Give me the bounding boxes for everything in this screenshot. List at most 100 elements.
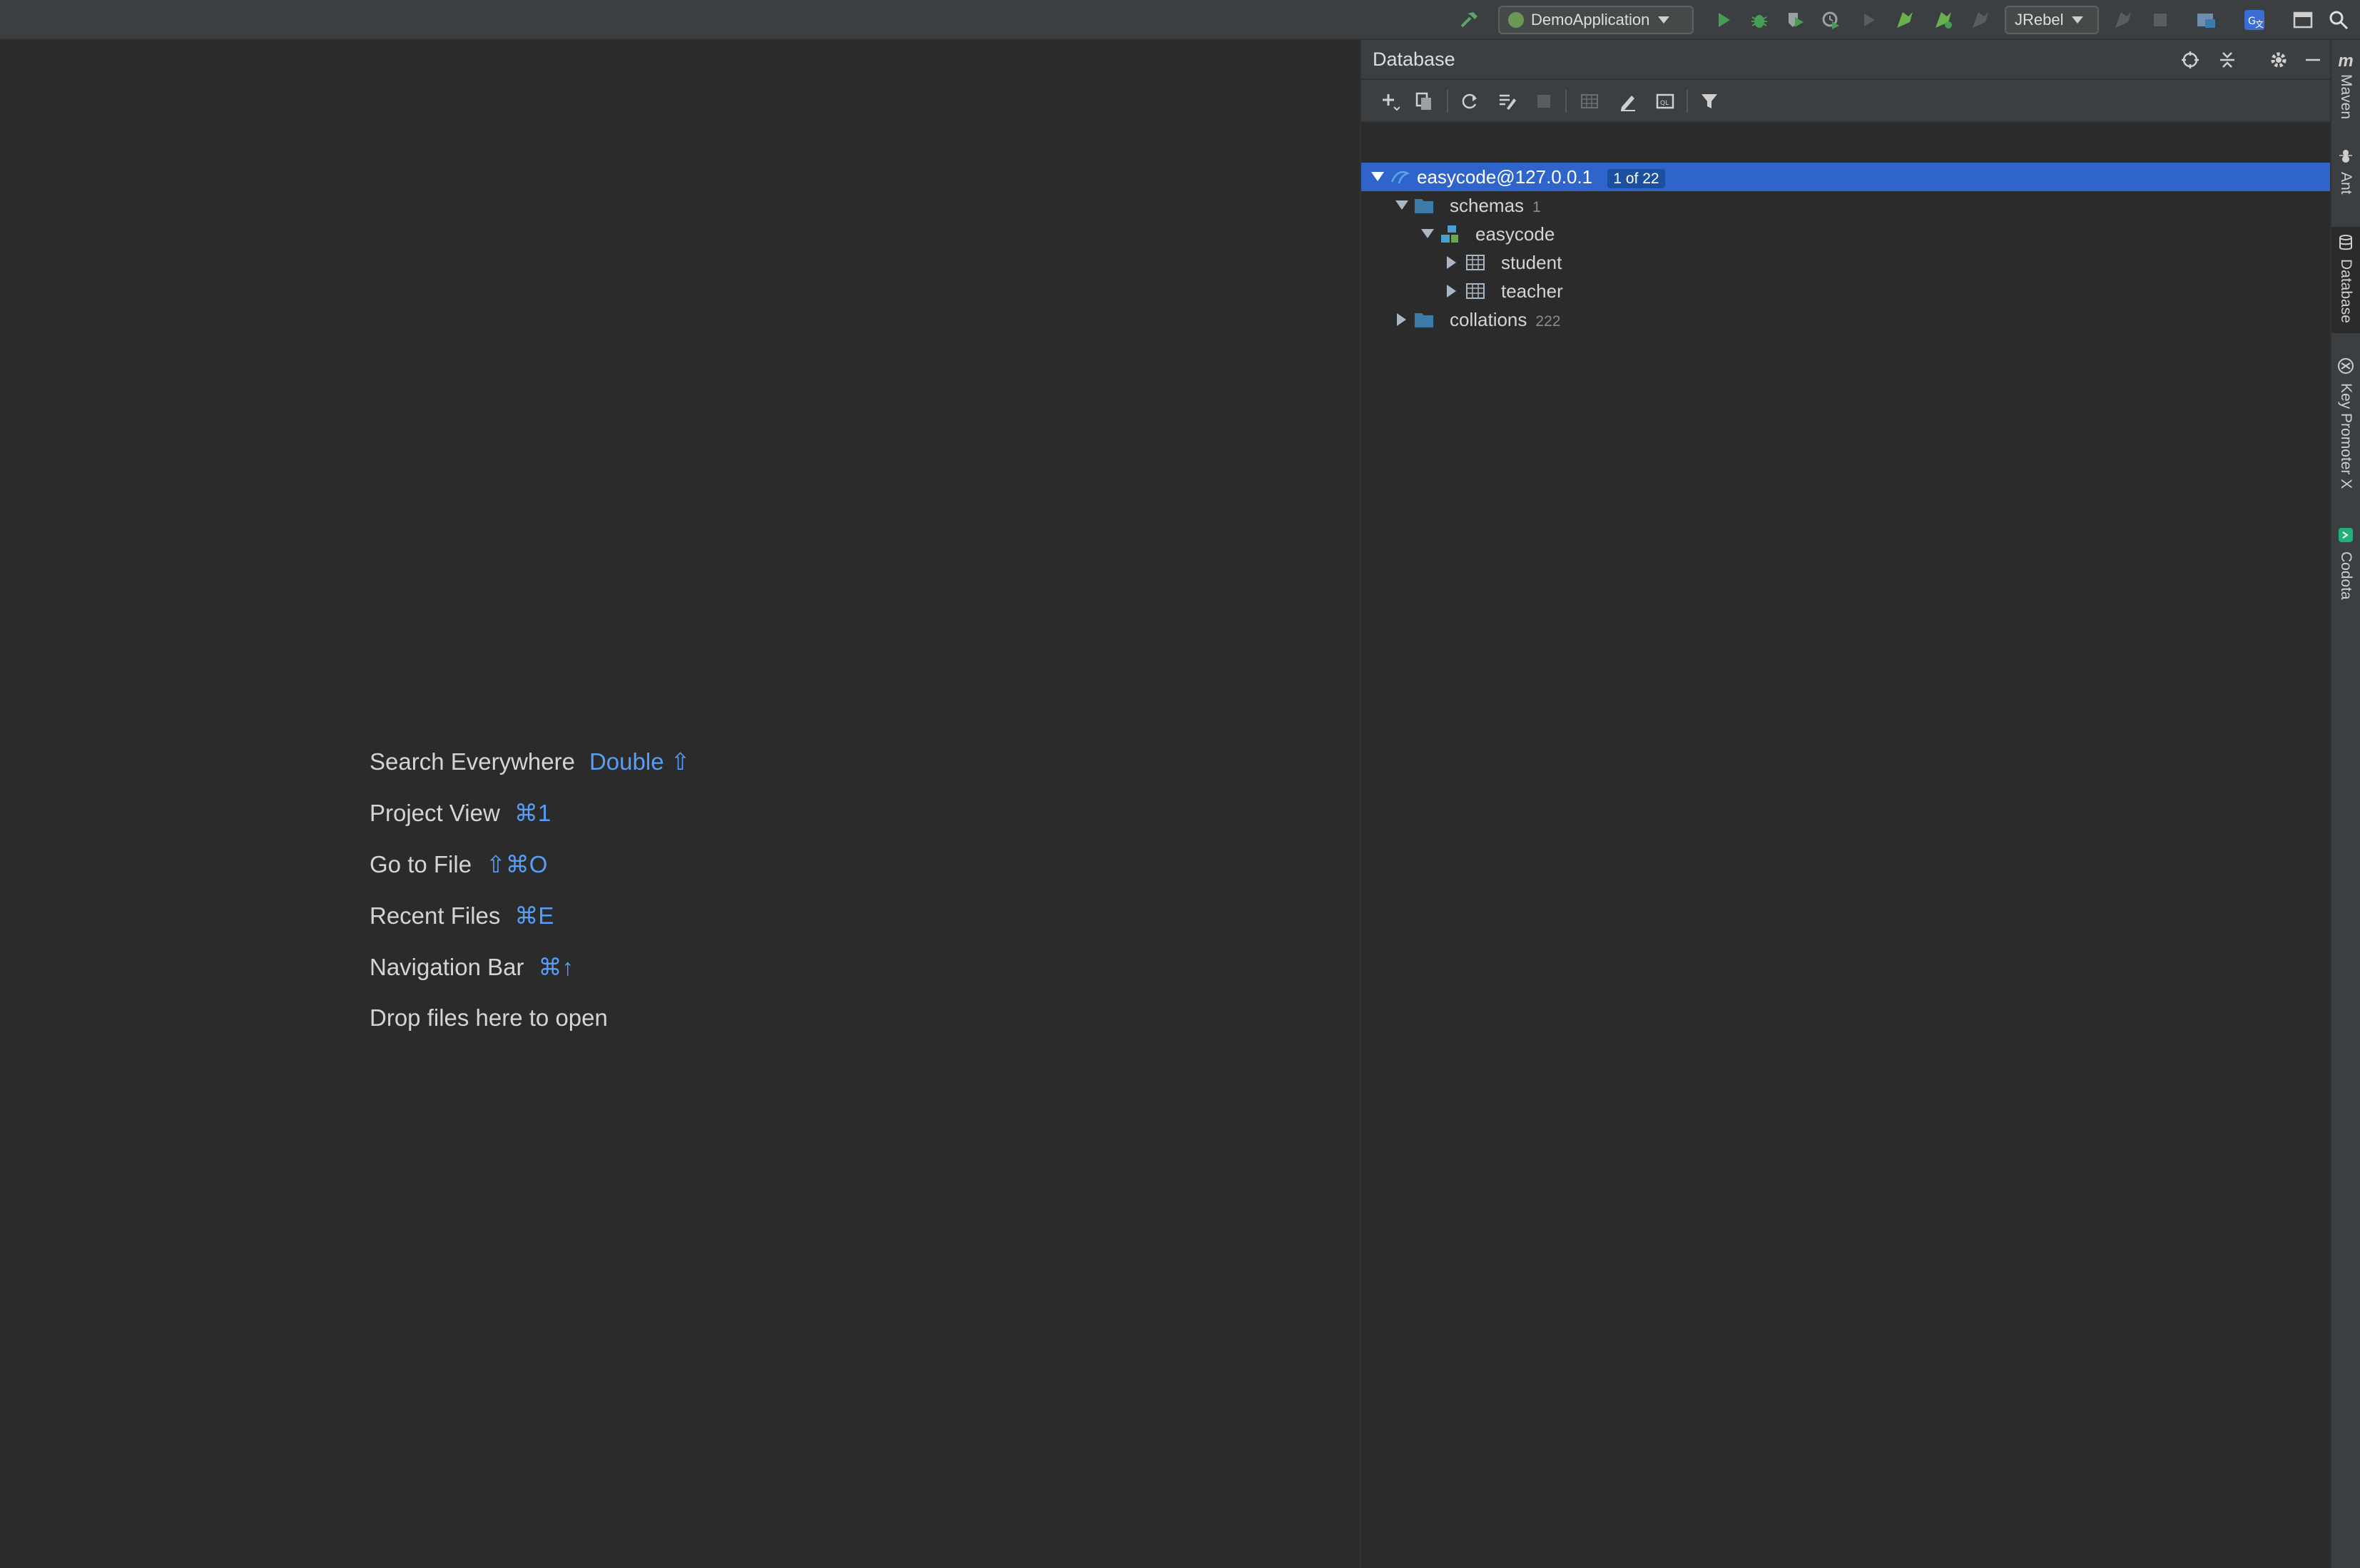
add-icon[interactable] [1375,87,1404,116]
stop-icon [1530,87,1558,116]
jrebel-disabled-icon [1966,6,1995,34]
chevron-down-icon [2072,16,2084,24]
tab-label: Ant [2338,172,2354,195]
right-tool-strip: m Maven Ant Database Key Promoter X Codo… [2330,40,2360,1568]
expand-arrow-icon[interactable] [1421,229,1434,238]
hint-shortcut: Double ⇧ [589,748,691,775]
hint-project-view: Project View ⌘1 [370,799,551,827]
edit-icon[interactable] [1614,87,1642,116]
tab-label: Maven [2338,74,2354,120]
tab-ant[interactable]: Ant [2331,147,2360,195]
database-toolbar: QL [1361,80,2330,123]
hint-navigation-bar: Navigation Bar ⌘↑ [370,953,574,981]
table-icon [1464,251,1487,274]
translate-icon[interactable]: G文 [2240,6,2269,34]
hint-shortcut: ⌘1 [514,800,551,826]
codota-icon [2337,526,2354,547]
table-label: student [1501,251,1562,273]
jrebel-config-select[interactable]: JRebel [2005,6,2099,34]
ant-icon [2337,147,2354,168]
jrebel-run-icon[interactable] [1891,6,1919,34]
collations-count: 222 [1535,312,1561,330]
attach-icon [2109,6,2137,34]
key-promoter-icon [2336,357,2355,379]
expand-arrow-icon[interactable] [1447,285,1456,297]
console-icon[interactable]: QL [1651,87,1679,116]
edit-properties-icon[interactable] [1492,87,1521,116]
debug-icon[interactable] [1745,6,1774,34]
collations-label: collations [1450,308,1527,330]
hint-shortcut: ⌘↑ [538,954,574,980]
locate-icon[interactable] [2176,46,2204,74]
svg-text:文: 文 [2255,19,2264,29]
table-icon [1464,280,1487,302]
folder-icon [1413,308,1435,331]
tree-node-datasource[interactable]: easycode@127.0.0.1 1 of 22 [1361,163,2330,191]
chevron-down-icon [1658,16,1670,24]
run-icon[interactable] [1709,6,1738,34]
presentation-icon[interactable] [2289,6,2317,34]
hint-shortcut: ⌘E [514,902,554,929]
tree-node-schemas[interactable]: schemas 1 [1361,191,2330,220]
database-header: Database [1361,40,2330,80]
hint-search-everywhere: Search Everywhere Double ⇧ [370,748,690,775]
profile-icon[interactable] [1816,6,1845,34]
hint-recent-files: Recent Files ⌘E [370,902,554,930]
maven-icon: m [2338,51,2354,71]
collations-label-wrap: collations 222 [1450,309,1560,331]
tree-node-table-teacher[interactable]: teacher [1361,277,2330,305]
hint-shortcut: ⇧⌘O [486,851,548,877]
separator [1565,90,1567,113]
duplicate-icon[interactable] [1410,87,1438,116]
table-label: teacher [1501,280,1563,302]
jrebel-debug-icon[interactable] [1929,6,1958,34]
hint-label: Go to File [370,850,472,877]
database-tool-window: Database QL easycode@127.0.0.1 1 of 22 s… [1360,40,2330,1568]
tab-database[interactable]: Database [2331,227,2360,333]
mysql-datasource-icon [1388,166,1411,188]
expand-arrow-icon[interactable] [1371,172,1384,181]
expand-arrow-icon[interactable] [1395,200,1408,210]
tree-node-table-student[interactable]: student [1361,248,2330,277]
tree-node-collations[interactable]: collations 222 [1361,305,2330,334]
search-icon[interactable] [2324,6,2353,34]
tree-node-schema-easycode[interactable]: easycode [1361,220,2330,248]
database-icon [2337,234,2354,255]
stop-icon [2146,6,2175,34]
run-config-label: DemoApplication [1531,11,1650,29]
refresh-icon[interactable] [1455,87,1484,116]
main-toolbar: DemoApplication JRebel G 文 [0,0,2360,40]
minimize-icon[interactable] [2299,46,2327,74]
hammer-icon[interactable] [1455,6,1484,34]
tab-codota[interactable]: Codota [2331,526,2360,600]
tab-label: Key Promoter X [2338,383,2354,489]
expand-arrow-icon[interactable] [1447,256,1456,269]
schema-count-badge[interactable]: 1 of 22 [1607,168,1665,188]
hint-drop-files: Drop files here to open [370,1004,608,1032]
hint-label: Navigation Bar [370,953,524,980]
tab-maven[interactable]: m Maven [2331,51,2360,120]
coverage-icon[interactable] [1781,6,1809,34]
expand-arrow-icon[interactable] [1397,313,1406,326]
database-title: Database [1373,49,1455,70]
gear-icon[interactable] [2264,46,2293,74]
schemas-count: 1 [1532,198,1541,215]
run-config-select[interactable]: DemoApplication [1498,6,1694,34]
folder-icon [1413,194,1435,217]
spring-icon [1508,12,1524,28]
tab-key-promoter-x[interactable]: Key Promoter X [2331,357,2360,489]
separator [1687,90,1688,113]
schema-label: easycode [1475,223,1555,245]
hint-go-to-file: Go to File ⇧⌘O [370,850,547,878]
hint-label: Search Everywhere [370,748,575,775]
filter-icon[interactable] [1695,87,1724,116]
tab-label: Codota [2338,551,2354,600]
jrebel-config-label: JRebel [2015,11,2064,29]
run-disabled-icon [1855,6,1883,34]
tab-label: Database [2338,259,2354,323]
collapse-all-icon[interactable] [2213,46,2242,74]
editor-empty-area[interactable]: Search Everywhere Double ⇧ Project View … [0,40,1360,1568]
schemas-label-wrap: schemas 1 [1450,195,1541,217]
svg-text:QL: QL [1660,100,1669,107]
project-structure-icon[interactable] [2192,6,2220,34]
